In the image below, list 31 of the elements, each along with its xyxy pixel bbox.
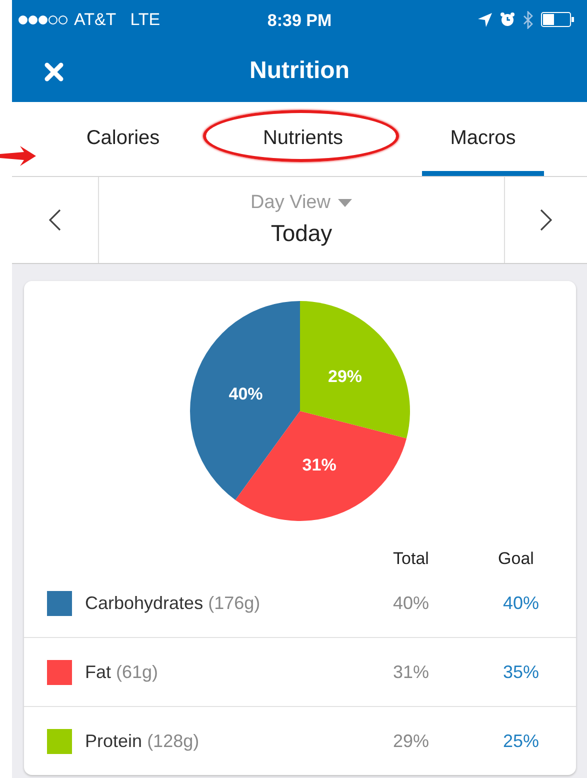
- network-label: LTE: [130, 10, 160, 30]
- location-icon: [478, 12, 492, 27]
- bluetooth-icon: [523, 10, 533, 29]
- goal-percent: 25%: [502, 730, 540, 752]
- column-header: Total: [392, 549, 430, 569]
- carrier-label: AT&T: [74, 10, 116, 30]
- total-percent: 31%: [392, 662, 430, 682]
- chevron-right-icon: [540, 208, 552, 231]
- alarm-icon: [500, 12, 515, 28]
- macro-name: Protein (128g): [85, 730, 200, 752]
- column-header: Goal: [497, 549, 535, 569]
- chevron-left-icon: [49, 208, 61, 231]
- tab[interactable]: Nutrients: [213, 102, 393, 176]
- tab[interactable]: Calories: [33, 102, 213, 176]
- slice-label: 29%: [328, 367, 362, 386]
- total-percent: 40%: [392, 592, 430, 614]
- screen-title: Nutrition: [250, 56, 350, 85]
- macro-name: Carbohydrates (176g): [85, 592, 260, 614]
- slice-label: 40%: [228, 384, 263, 404]
- total-percent: 29%: [392, 730, 430, 752]
- date-label: Today: [270, 220, 332, 248]
- goal-percent: 40%: [502, 592, 540, 614]
- macro-name: Fat (61g): [85, 662, 158, 682]
- battery-icon: [541, 12, 575, 28]
- signal-icon: [18, 14, 68, 25]
- dropdown-caret-icon[interactable]: [338, 199, 352, 208]
- goal-percent: 35%: [502, 662, 540, 682]
- status-time: 8:39 PM: [267, 11, 332, 30]
- arrow-annotation: [0, 146, 36, 166]
- slice-label: 31%: [302, 456, 336, 475]
- close-icon[interactable]: [44, 62, 64, 82]
